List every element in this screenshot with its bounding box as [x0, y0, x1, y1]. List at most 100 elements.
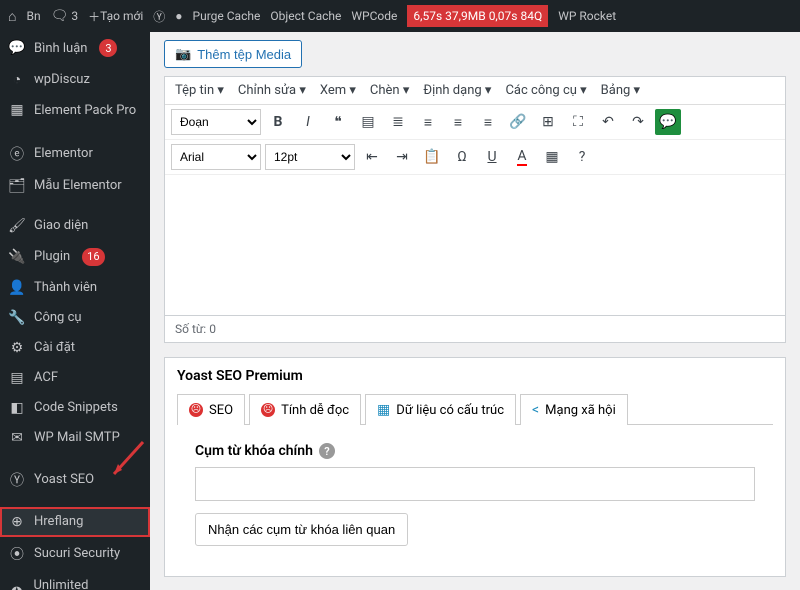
- editor-box: Tệp tin ▾ Chỉnh sửa ▾ Xem ▾ Chèn ▾ Định dạng…: [164, 76, 786, 316]
- editor-menu-item[interactable]: Tệp tin ▾: [175, 83, 224, 98]
- object-cache-link[interactable]: Object Cache: [270, 9, 341, 23]
- editor-menu-item[interactable]: Xem ▾: [320, 83, 356, 98]
- admin-sidebar: 💬Bình luận3◔wpDiscuz▦Element Pack Pro ⓔEl…: [0, 32, 150, 590]
- underline-button[interactable]: U: [479, 144, 505, 170]
- help-icon[interactable]: ?: [319, 443, 335, 459]
- sidebar-item-thành-viên[interactable]: 👤Thành viên: [0, 273, 150, 303]
- clipboard-button[interactable]: 📋: [419, 144, 445, 170]
- sidebar-item-yoast-seo[interactable]: Ⓨ Yoast SEO: [0, 463, 150, 497]
- sidebar-item-hreflang[interactable]: ⊕ Hreflang: [0, 507, 150, 537]
- indent-button[interactable]: ⇥: [389, 144, 415, 170]
- more-button[interactable]: ⊞: [535, 109, 561, 135]
- sidebar-icon: Ⓨ: [8, 470, 26, 490]
- sidebar-item-label: Cài đặt: [34, 340, 75, 355]
- size-select[interactable]: 12pt: [265, 144, 355, 170]
- sidebar-item-wp-mail-smtp[interactable]: ✉WP Mail SMTP: [0, 423, 150, 453]
- align-right-button[interactable]: ≡: [475, 109, 501, 135]
- align-center-button[interactable]: ≡: [445, 109, 471, 135]
- sidebar-icon: ⓔ: [8, 144, 26, 164]
- sidebar-item-label: Mẫu Elementor: [34, 178, 122, 193]
- new-link[interactable]: ＋ Tạo mới: [88, 8, 143, 25]
- yoast-tab-2[interactable]: ▦Dữ liệu có cấu trúc: [365, 394, 516, 425]
- yoast-seo-panel: Cụm từ khóa chính ? Nhận các cụm từ khóa…: [177, 424, 773, 564]
- link-button[interactable]: 🔗: [505, 109, 531, 135]
- sidebar-item-element-pack-pro[interactable]: ▦Element Pack Pro: [0, 95, 150, 127]
- help-button[interactable]: ?: [569, 144, 595, 170]
- omega-button[interactable]: Ω: [449, 144, 475, 170]
- sidebar-item-giao-diện[interactable]: 🖌 Giao diện: [0, 211, 150, 241]
- related-keywords-button[interactable]: Nhận các cụm từ khóa liên quan: [195, 513, 408, 546]
- redo-button[interactable]: ↷: [625, 109, 651, 135]
- comment-icon: 🗨: [51, 8, 69, 24]
- sidebar-item-mẫu-elementor[interactable]: 🗂Mẫu Elementor: [0, 171, 150, 201]
- purge-cache-link[interactable]: Purge Cache: [193, 9, 261, 23]
- sidebar-item-plugin[interactable]: 🔌Plugin16: [0, 241, 150, 273]
- numberlist-button[interactable]: ≣: [385, 109, 411, 135]
- yoast-tab-1[interactable]: ☹Tính dễ đọc: [249, 394, 361, 425]
- sidebar-item-sucuri-security[interactable]: ⦿Sucuri Security: [0, 537, 150, 571]
- sidebar-item-bình-luận[interactable]: 💬Bình luận3: [0, 32, 150, 64]
- sidebar-item-label: Sucuri Security: [34, 546, 120, 561]
- yoast-tab-0[interactable]: ☹SEO: [177, 394, 245, 425]
- focus-keyword-label: Cụm từ khóa chính ?: [195, 443, 755, 459]
- yoast-tab-3[interactable]: <Mạng xã hội: [520, 394, 628, 425]
- outdent-button[interactable]: ⇤: [359, 144, 385, 170]
- sidebar-icon: 🔧: [8, 310, 26, 326]
- editor-menu-item[interactable]: Bảng ▾: [601, 83, 640, 98]
- sidebar-item-wpdiscuz[interactable]: ◔wpDiscuz: [0, 64, 150, 95]
- sidebar-item-label: Yoast SEO: [34, 472, 94, 487]
- perf-metrics[interactable]: 6,57s 37,9MB 0,07s 84Q: [407, 5, 548, 27]
- count-badge: 3: [99, 39, 117, 57]
- site-short[interactable]: Bn: [26, 9, 40, 23]
- focus-keyword-input[interactable]: [195, 467, 755, 501]
- editor-textarea[interactable]: [165, 175, 785, 315]
- dot-icon[interactable]: ●: [175, 9, 182, 23]
- sidebar-icon: ⊕: [8, 514, 26, 530]
- editor-menu-item[interactable]: Định dạng ▾: [423, 83, 491, 98]
- sidebar-item-cài-đặt[interactable]: ⚙ Cài đặt: [0, 333, 150, 363]
- wpcode-link[interactable]: WPCode: [351, 9, 397, 23]
- yoast-tab-label: SEO: [209, 403, 233, 418]
- quote-button[interactable]: ❝: [325, 109, 351, 135]
- sidebar-icon: ✉: [8, 430, 26, 446]
- sidebar-icon: ▤: [8, 370, 26, 386]
- comment-insert-button[interactable]: 💬: [655, 109, 681, 135]
- sidebar-item-code-snippets[interactable]: ◧ Code Snippets: [0, 393, 150, 423]
- undo-button[interactable]: ↶: [595, 109, 621, 135]
- comments-link[interactable]: 🗨 3: [51, 8, 79, 24]
- align-left-button[interactable]: ≡: [415, 109, 441, 135]
- sidebar-item-label: Thành viên: [34, 280, 97, 295]
- add-media-button[interactable]: 📷 Thêm tệp Media: [164, 40, 302, 68]
- sidebar-item-label: Giao diện: [34, 218, 88, 233]
- yoast-tab-label: Mạng xã hội: [545, 403, 616, 418]
- sidebar-icon: ◔: [8, 71, 26, 88]
- sidebar-item-unlimited-elements[interactable]: ✪Unlimited Elements: [0, 571, 150, 590]
- sidebar-item-label: Công cụ: [34, 310, 82, 325]
- textcolor-button[interactable]: A: [509, 144, 535, 170]
- sidebar-icon: ✪: [8, 585, 25, 590]
- bold-button[interactable]: B: [265, 109, 291, 135]
- sidebar-item-elementor[interactable]: ⓔElementor: [0, 137, 150, 171]
- yoast-title: Yoast SEO Premium: [165, 358, 785, 394]
- wp-rocket-link[interactable]: WP Rocket: [558, 9, 616, 23]
- bulletlist-button[interactable]: ▤: [355, 109, 381, 135]
- italic-button[interactable]: I: [295, 109, 321, 135]
- sidebar-item-label: Plugin: [34, 249, 70, 264]
- sidebar-icon: ⚙: [8, 340, 26, 356]
- sidebar-item-label: Code Snippets: [34, 400, 118, 415]
- editor-menu-item[interactable]: Chỉnh sửa ▾: [238, 83, 306, 98]
- fullscreen-button[interactable]: ⛶: [565, 109, 591, 135]
- editor-menu-item[interactable]: Các công cụ ▾: [505, 83, 586, 98]
- home-icon[interactable]: ⌂: [8, 8, 16, 25]
- sidebar-icon: 🖌: [8, 218, 26, 234]
- sidebar-item-công-cụ[interactable]: 🔧 Công cụ: [0, 303, 150, 333]
- editor-menu-item[interactable]: Chèn ▾: [370, 83, 409, 98]
- format-select[interactable]: Đoạn: [171, 109, 261, 135]
- sidebar-item-acf[interactable]: ▤ACF: [0, 363, 150, 393]
- font-select[interactable]: Arial: [171, 144, 261, 170]
- sidebar-item-label: Hreflang: [34, 514, 83, 529]
- sidebar-icon: ◧: [8, 400, 26, 416]
- toolbar-row-2: Arial 12pt ⇤ ⇥ 📋 Ω U A ▦ ?: [165, 140, 785, 175]
- yoast-top-icon[interactable]: Ⓨ: [153, 8, 165, 25]
- table-button[interactable]: ▦: [539, 144, 565, 170]
